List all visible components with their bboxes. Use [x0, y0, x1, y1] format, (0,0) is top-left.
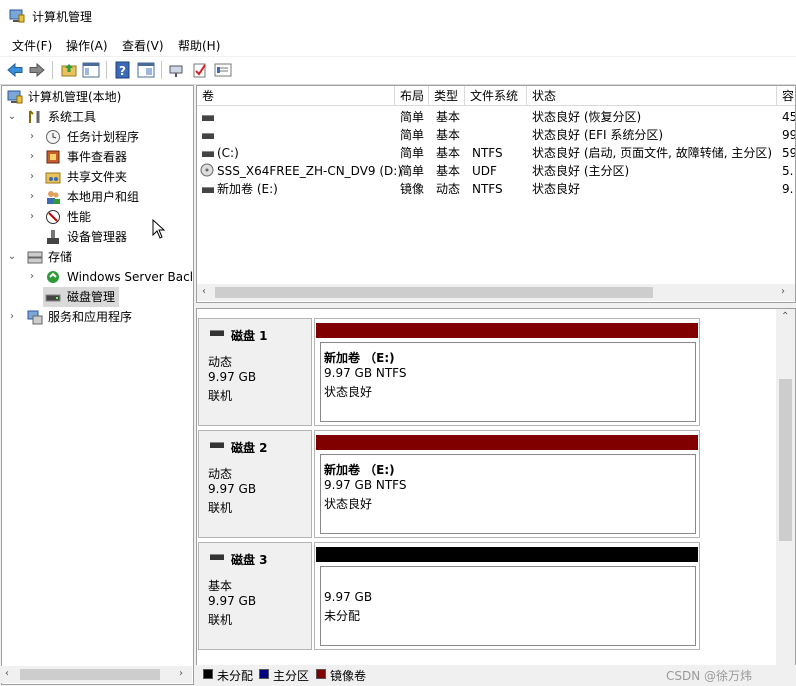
- title-bar: 计算机管理: [0, 0, 796, 32]
- chevron-right-icon[interactable]: ›: [27, 127, 37, 147]
- partition-color-bar: [316, 435, 698, 450]
- chevron-right-icon[interactable]: ›: [27, 147, 37, 167]
- toolbar: ?: [0, 56, 796, 85]
- cd-drive-icon: [200, 163, 214, 180]
- forward-icon[interactable]: [28, 61, 46, 79]
- volume-icon: [202, 115, 214, 121]
- column-header-capacity[interactable]: 容: [777, 86, 795, 106]
- back-icon[interactable]: [6, 61, 24, 79]
- legend-mirror: 镜像卷: [330, 669, 367, 683]
- scroll-left-icon[interactable]: ‹: [5, 668, 9, 679]
- disk-icon: [210, 554, 224, 560]
- column-header-layout[interactable]: 布局: [395, 86, 429, 106]
- legend-swatch-mirror: [316, 669, 326, 679]
- scroll-thumb[interactable]: [779, 379, 792, 541]
- up-folder-icon[interactable]: [60, 61, 78, 79]
- computer-management-icon: [7, 89, 23, 105]
- chevron-down-icon[interactable]: ⌄: [7, 247, 17, 267]
- users-icon: [45, 189, 61, 205]
- clock-icon: [45, 129, 61, 145]
- list-horizontal-scrollbar[interactable]: ‹ ›: [197, 284, 795, 301]
- disk-graphical-view: 磁盘 1 动态 9.97 GB 联机 新加卷 （E:) 9.97 GB NTFS…: [196, 308, 796, 686]
- partition-box[interactable]: 9.97 GB 未分配: [320, 566, 696, 646]
- chevron-right-icon[interactable]: ›: [27, 267, 37, 287]
- tree-item-system-tools[interactable]: ⌄ 系统工具: [7, 107, 187, 127]
- properties-icon[interactable]: [137, 61, 155, 79]
- backup-icon: [45, 269, 61, 285]
- partition-box[interactable]: 新加卷 （E:) 9.97 GB NTFS 状态良好: [320, 342, 696, 422]
- legend-swatch-primary: [259, 669, 269, 679]
- check-icon[interactable]: [191, 61, 209, 79]
- device-manager-icon: [45, 229, 61, 245]
- svg-text:?: ?: [119, 64, 126, 78]
- tree-item-windows-server-backup[interactable]: › Windows Server Back: [27, 267, 192, 287]
- scroll-right-icon[interactable]: ›: [179, 668, 183, 679]
- volume-list: 卷 布局 类型 文件系统 状态 容 简单 基本 状态良好 (恢复分区) 45 简…: [196, 85, 796, 303]
- partition-2[interactable]: 新加卷 （E:) 9.97 GB NTFS 状态良好: [314, 430, 700, 538]
- computer-management-icon: [9, 9, 25, 23]
- disk-icon: [45, 289, 61, 305]
- partition-color-bar: [316, 547, 698, 562]
- volume-icon: [202, 187, 214, 193]
- partition-3[interactable]: 9.97 GB 未分配: [314, 542, 700, 650]
- column-header-filesystem[interactable]: 文件系统: [465, 86, 527, 106]
- menu-help[interactable]: 帮助(H): [178, 37, 220, 54]
- legend-swatch-unallocated: [203, 669, 213, 679]
- disk-info-1[interactable]: 磁盘 1 动态 9.97 GB 联机: [198, 318, 312, 426]
- scroll-left-icon[interactable]: ‹: [202, 286, 206, 297]
- storage-icon: [27, 249, 43, 265]
- menu-file[interactable]: 文件(F): [12, 37, 52, 54]
- scroll-thumb[interactable]: [20, 669, 160, 680]
- legend-primary: 主分区: [273, 669, 310, 683]
- performance-icon: [45, 209, 61, 225]
- show-hide-tree-icon[interactable]: [82, 61, 100, 79]
- tree-item-disk-management[interactable]: 磁盘管理: [43, 287, 119, 307]
- volume-icon: [202, 133, 214, 139]
- partition-color-bar: [316, 323, 698, 338]
- disk-icon: [210, 442, 224, 448]
- window-title: 计算机管理: [32, 10, 93, 24]
- chevron-right-icon[interactable]: ›: [27, 167, 37, 187]
- disk-info-2[interactable]: 磁盘 2 动态 9.97 GB 联机: [198, 430, 312, 538]
- scroll-right-icon[interactable]: ›: [781, 286, 785, 297]
- chevron-right-icon[interactable]: ›: [27, 187, 37, 207]
- chevron-right-icon[interactable]: ›: [27, 207, 37, 227]
- disk-info-3[interactable]: 磁盘 3 基本 9.97 GB 联机: [198, 542, 312, 650]
- chevron-down-icon[interactable]: ⌄: [7, 107, 17, 127]
- list-icon[interactable]: [214, 61, 232, 79]
- partition-box[interactable]: 新加卷 （E:) 9.97 GB NTFS 状态良好: [320, 454, 696, 534]
- scroll-up-icon[interactable]: ⌃: [781, 311, 789, 322]
- console-icon[interactable]: [168, 61, 186, 79]
- scroll-thumb[interactable]: [215, 287, 653, 298]
- menu-view[interactable]: 查看(V): [122, 37, 164, 54]
- legend-unallocated: 未分配: [217, 669, 254, 683]
- volume-icon: [202, 151, 214, 157]
- shared-folder-icon: [45, 169, 61, 185]
- disk-vertical-scrollbar[interactable]: ⌃: [776, 309, 795, 667]
- column-header-type[interactable]: 类型: [429, 86, 465, 106]
- watermark: CSDN @徐万炜: [666, 669, 753, 683]
- menu-bar: 文件(F) 操作(A) 查看(V) 帮助(H): [0, 32, 796, 56]
- tree-horizontal-scrollbar[interactable]: ‹ ›: [1, 666, 192, 683]
- tools-icon: [27, 109, 43, 125]
- mouse-cursor-icon: [152, 218, 166, 242]
- help-icon[interactable]: ?: [114, 61, 132, 79]
- services-icon: [27, 309, 43, 325]
- chevron-right-icon[interactable]: ›: [7, 307, 17, 327]
- navigation-tree: 计算机管理(本地) ⌄ 系统工具 › 任务计划程序 › 事件查看器 › 共享文件…: [1, 85, 194, 685]
- partition-1[interactable]: 新加卷 （E:) 9.97 GB NTFS 状态良好: [314, 318, 700, 426]
- disk-icon: [210, 330, 224, 336]
- menu-action[interactable]: 操作(A): [66, 37, 108, 54]
- legend-bar: 未分配 主分区 镜像卷 CSDN @徐万炜: [196, 665, 796, 686]
- event-viewer-icon: [45, 149, 61, 165]
- column-header-status[interactable]: 状态: [527, 86, 777, 106]
- column-header-volume[interactable]: 卷: [197, 86, 395, 106]
